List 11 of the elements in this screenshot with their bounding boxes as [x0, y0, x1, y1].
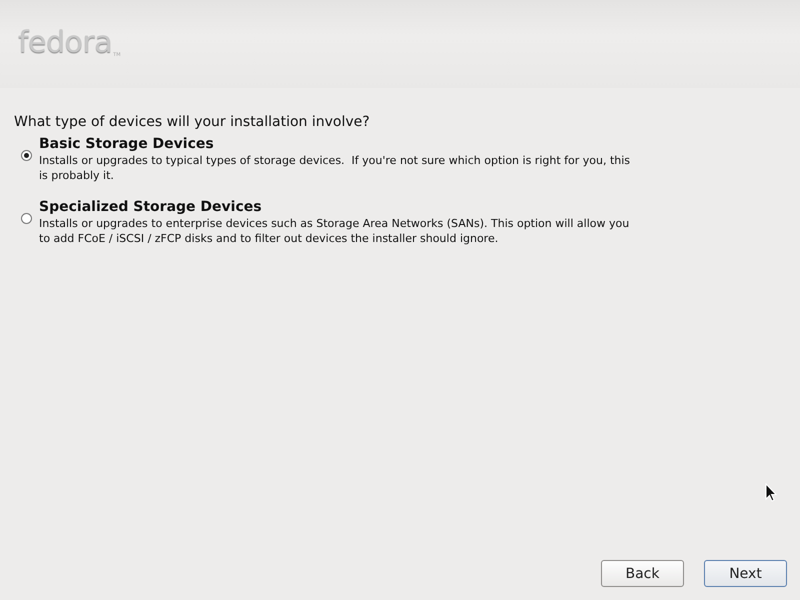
next-button[interactable]: Next: [704, 560, 787, 587]
radio-button[interactable]: [21, 213, 32, 224]
mouse-pointer-icon: [765, 483, 777, 502]
question-text: What type of devices will your installation involve?: [14, 114, 371, 130]
fedora-logo: fedora: [18, 28, 112, 58]
option-description: Installs or upgrades to typical types of storage devices. If you're not sure which option is right for you, this is probably it.: [39, 153, 631, 183]
option-title[interactable]: Basic Storage Devices: [39, 136, 631, 152]
back-button[interactable]: Back: [601, 560, 684, 587]
option-title[interactable]: Specialized Storage Devices: [39, 199, 631, 215]
radio-button[interactable]: [21, 150, 32, 161]
option-description: Installs or upgrades to enterprise devices such as Storage Area Networks (SANs). This option will allow you to add FCoE / iSCSI / zFCP disks and to filter out devices the installer should ignore.: [39, 216, 630, 246]
